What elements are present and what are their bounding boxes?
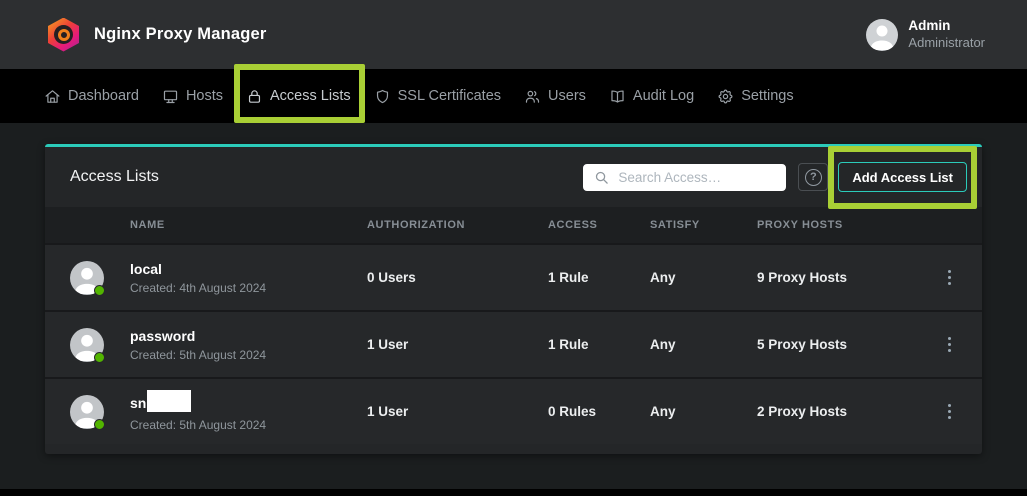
person-icon xyxy=(866,19,898,51)
status-online-dot xyxy=(94,285,105,296)
question-mark-icon: ? xyxy=(805,169,822,186)
table-row[interactable]: password Created: 5th August 2024 1 User… xyxy=(45,310,982,377)
column-header-authorization: AUTHORIZATION xyxy=(367,219,548,231)
shield-icon xyxy=(374,88,391,105)
redaction-box xyxy=(147,390,191,412)
row-menu-kebab-icon[interactable] xyxy=(942,333,958,357)
gear-icon xyxy=(717,88,734,105)
app-logo-icon xyxy=(48,18,79,52)
user-avatar xyxy=(866,19,898,51)
app-header: Nginx Proxy Manager Admin Administrator xyxy=(0,0,1027,69)
authorization-cell: 0 Users xyxy=(367,270,548,285)
users-icon xyxy=(524,88,541,105)
nav-item-users[interactable]: Users xyxy=(524,88,586,105)
proxy-hosts-cell: 2 Proxy Hosts xyxy=(757,404,917,419)
satisfy-cell: Any xyxy=(650,337,757,352)
table-header: NAME AUTHORIZATION ACCESS SATISFY PROXY … xyxy=(45,207,982,243)
access-cell: 0 Rules xyxy=(548,404,650,419)
search-icon xyxy=(594,170,609,185)
satisfy-cell: Any xyxy=(650,270,757,285)
created-date: Created: 4th August 2024 xyxy=(130,281,367,295)
nginx-proxy-manager-app: { "header": { "app_title": "Nginx Proxy … xyxy=(0,0,1027,496)
column-header-proxy-hosts: PROXY HOSTS xyxy=(757,219,917,231)
annotation-box-add-button xyxy=(828,146,977,209)
user-role: Administrator xyxy=(908,35,985,51)
table-row[interactable]: sn Created: 5th August 2024 1 User 0 Rul… xyxy=(45,377,982,444)
column-header-name: NAME xyxy=(130,219,367,231)
proxy-hosts-cell: 5 Proxy Hosts xyxy=(757,337,917,352)
panel-header: Access Lists ? Add Access List xyxy=(45,147,982,207)
book-icon xyxy=(609,88,626,105)
nav-item-audit-log[interactable]: Audit Log xyxy=(609,88,694,105)
access-list-name: password xyxy=(130,328,195,344)
nav-item-dashboard[interactable]: Dashboard xyxy=(44,88,139,105)
nav-item-access-lists[interactable]: Access Lists xyxy=(246,88,351,105)
panel-title: Access Lists xyxy=(70,168,159,186)
user-menu[interactable]: Admin Administrator xyxy=(866,18,985,51)
column-header-access: ACCESS xyxy=(548,219,650,231)
proxy-hosts-cell: 9 Proxy Hosts xyxy=(757,270,917,285)
main-nav: Dashboard Hosts Access Lists SSL Certifi… xyxy=(0,69,1027,123)
table-row[interactable]: local Created: 4th August 2024 0 Users 1… xyxy=(45,243,982,310)
bottom-edge xyxy=(0,489,1027,496)
access-cell: 1 Rule xyxy=(548,337,650,352)
search-box xyxy=(583,164,786,191)
search-input[interactable] xyxy=(618,170,777,185)
column-header-satisfy: SATISFY xyxy=(650,219,757,231)
access-cell: 1 Rule xyxy=(548,270,650,285)
lock-icon xyxy=(246,88,263,105)
user-name: Admin xyxy=(908,18,985,35)
created-date: Created: 5th August 2024 xyxy=(130,418,367,432)
nav-item-hosts[interactable]: Hosts xyxy=(162,88,223,105)
authorization-cell: 1 User xyxy=(367,337,548,352)
authorization-cell: 1 User xyxy=(367,404,548,419)
created-date: Created: 5th August 2024 xyxy=(130,348,367,362)
home-icon xyxy=(44,88,61,105)
access-list-name: sn xyxy=(130,395,146,411)
nav-item-ssl-certificates[interactable]: SSL Certificates xyxy=(374,88,501,105)
status-online-dot xyxy=(94,419,105,430)
access-list-name: local xyxy=(130,261,162,277)
row-menu-kebab-icon[interactable] xyxy=(942,400,958,424)
row-menu-kebab-icon[interactable] xyxy=(942,266,958,290)
status-online-dot xyxy=(94,352,105,363)
help-button[interactable]: ? xyxy=(798,163,828,191)
nav-item-settings[interactable]: Settings xyxy=(717,88,793,105)
monitor-icon xyxy=(162,88,179,105)
satisfy-cell: Any xyxy=(650,404,757,419)
app-title: Nginx Proxy Manager xyxy=(94,25,267,44)
add-access-list-button[interactable]: Add Access List xyxy=(838,162,967,192)
access-lists-panel: Access Lists ? Add Access List NAM xyxy=(45,144,982,454)
